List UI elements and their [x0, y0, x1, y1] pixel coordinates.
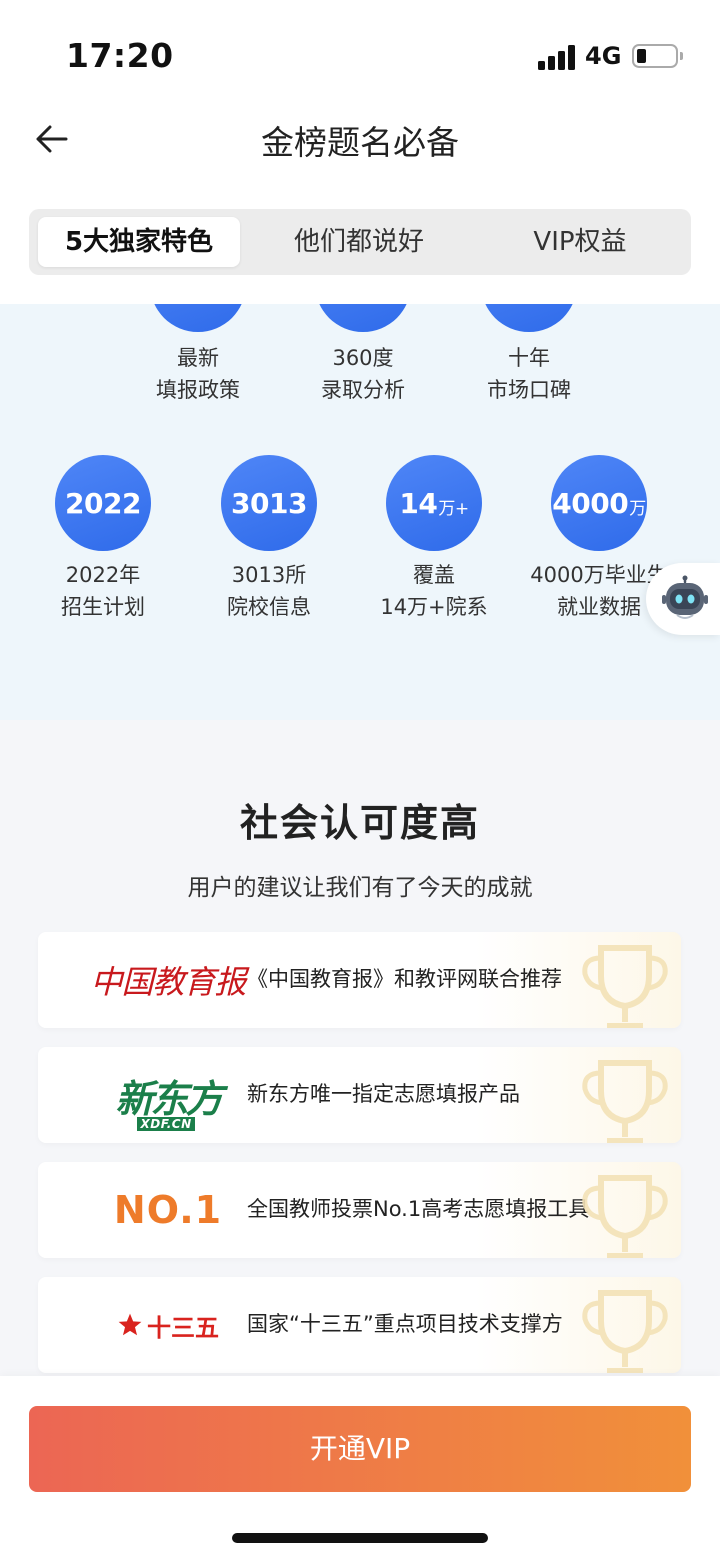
tab-vip-benefits[interactable]: VIP权益 — [474, 217, 686, 267]
recognition-card: NO.1 全国教师投票No.1高考志愿填报工具 — [38, 1162, 681, 1258]
card-text: 《中国教育报》和教评网联合推荐 — [247, 967, 562, 991]
recognition-card: 中国教育报 《中国教育报》和教评网联合推荐 — [38, 932, 681, 1028]
feature-circle: 14 万+ — [386, 455, 482, 551]
feature-circle: 2022 — [55, 455, 151, 551]
network-label: 4G — [585, 42, 622, 70]
new-oriental-logo: 新东方 XDF.CN — [115, 1076, 224, 1131]
trophy-icon — [582, 945, 668, 1028]
feature-circle: 4000 万 — [551, 455, 647, 551]
thirteenth-five-year-logo: 十三五 — [78, 1277, 258, 1373]
section-title: 社会认可度高 — [239, 801, 480, 845]
tab-reviews[interactable]: 他们都说好 — [254, 217, 464, 267]
tab-features[interactable]: 5大独家特色 — [38, 217, 240, 267]
status-bar: 17:20 4G — [0, 0, 720, 100]
feature-item: 360度 录取分析 — [288, 304, 438, 414]
card-text: 国家“十三五”重点项目技术支撑方 — [247, 1312, 563, 1336]
card-text: 全国教师投票No.1高考志愿填报工具 — [247, 1197, 590, 1221]
trophy-icon — [582, 1175, 668, 1258]
feature-circle — [150, 304, 246, 332]
tab-bar-container: 5大独家特色 他们都说好 VIP权益 — [0, 178, 720, 304]
feature-label: 2022年 招生计划 — [61, 563, 145, 619]
card-text: 新东方唯一指定志愿填报产品 — [247, 1082, 520, 1106]
feature-label: 覆盖 14万+院系 — [380, 563, 488, 619]
feature-item: 3013 3013所 院校信息 — [194, 455, 344, 623]
recognition-card: 十三五 国家“十三五”重点项目技术支撑方 — [38, 1277, 681, 1373]
feature-item: 14 万+ 覆盖 14万+院系 — [359, 455, 509, 623]
feature-circle — [481, 304, 577, 332]
feature-label: 3013所 院校信息 — [227, 563, 311, 619]
feature-item: 十年 市场口碑 — [454, 304, 604, 414]
bottom-bar: 开通VIP — [0, 1376, 720, 1559]
china-education-daily-logo: 中国教育报 — [90, 963, 246, 1001]
open-vip-button[interactable]: 开通VIP — [29, 1406, 691, 1492]
social-recognition-section: 社会认可度高 用户的建议让我们有了今天的成就 中国教育报 《中国教育报》和教评网… — [0, 720, 720, 1376]
feature-circle — [315, 304, 411, 332]
recognition-card: 新东方 XDF.CN 新东方唯一指定志愿填报产品 — [38, 1047, 681, 1143]
feature-item: 最新 填报政策 — [123, 304, 273, 414]
feature-item: 2022 2022年 招生计划 — [28, 455, 178, 623]
page-title: 金榜题名必备 — [261, 123, 459, 162]
nav-header: 金榜题名必备 — [0, 100, 720, 178]
no1-logo: NO.1 — [113, 1188, 223, 1232]
features-section: 最新 填报政策 360度 录取分析 十年 市场口碑 2022 2022年 招生计… — [0, 304, 720, 720]
tab-bar: 5大独家特色 他们都说好 VIP权益 — [29, 209, 691, 275]
signal-icon — [538, 44, 576, 70]
feature-label: 最新 填报政策 — [156, 346, 240, 402]
status-time: 17:20 — [66, 36, 174, 75]
section-subtitle: 用户的建议让我们有了今天的成就 — [187, 875, 533, 901]
trophy-icon — [582, 1060, 668, 1143]
robot-assistant-icon — [662, 575, 708, 619]
feature-label: 十年 市场口碑 — [487, 346, 571, 402]
trophy-icon — [582, 1290, 668, 1373]
assistant-float-button[interactable] — [646, 563, 720, 635]
feature-label: 360度 录取分析 — [321, 346, 405, 402]
feature-circle: 3013 — [221, 455, 317, 551]
star-icon — [118, 1313, 142, 1336]
battery-icon — [632, 44, 683, 68]
home-indicator[interactable] — [232, 1533, 488, 1543]
